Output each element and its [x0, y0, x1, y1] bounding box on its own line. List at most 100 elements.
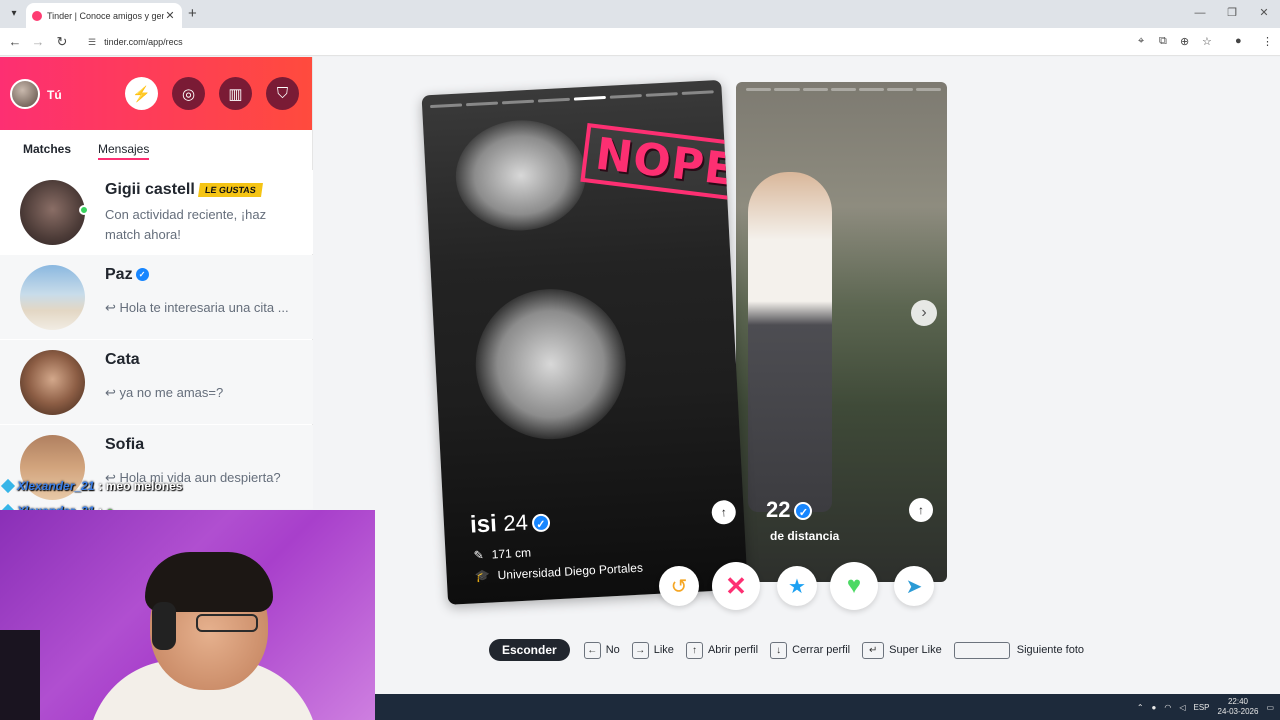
- message-item[interactable]: Gigii castell LE GUSTAS Con actividad rec…: [0, 170, 313, 254]
- profile-photo-face-top: [453, 117, 589, 234]
- verified-check-icon: ✓: [794, 502, 813, 521]
- keyboard-hints: Esconder ← No → Like ↑ Abrir perfil ↓ Cerrar…: [489, 639, 1096, 661]
- profile-distance: de distancia: [770, 529, 840, 543]
- avatar: [20, 265, 85, 330]
- chevron-up-icon[interactable]: ⌃: [1137, 703, 1144, 712]
- user-avatar[interactable]: [10, 79, 40, 109]
- profile-age: 22 ✓: [766, 497, 813, 523]
- window-controls: — ❐ ✕: [1184, 0, 1280, 28]
- super-like-star-button[interactable]: ★: [777, 566, 817, 606]
- boost-bolt-icon[interactable]: ⚡: [125, 77, 158, 110]
- close-window-icon[interactable]: ✕: [1248, 0, 1280, 28]
- open-profile-arrow-icon[interactable]: ↑: [711, 499, 737, 525]
- message-preview: ↩ ya no me amas=?: [105, 385, 224, 400]
- sidebar-tabs: Matches Mensajes: [0, 137, 313, 161]
- hide-hints-button[interactable]: Esconder: [489, 639, 570, 661]
- profile-card-current[interactable]: NOPE isi 24 ✓ ✎ 171 cm 🎓 Universidad Dieg…: [421, 79, 748, 605]
- url-text: tinder.com/app/recs: [104, 37, 183, 47]
- age-value: 24: [502, 509, 529, 536]
- bookmark-star-icon[interactable]: ☆: [1202, 35, 1212, 48]
- clock-date: 24-03-2026: [1217, 707, 1259, 716]
- graduation-cap-icon: 🎓: [474, 568, 491, 584]
- browser-tabbar: ▾ Tinder | Conoce amigos y gente ✕ + — ❐…: [0, 0, 1280, 28]
- tab-title: Tinder | Conoce amigos y gente: [47, 10, 164, 21]
- profile-icon[interactable]: ●: [1235, 35, 1242, 47]
- likes-you-badge: LE GUSTAS: [197, 182, 263, 197]
- forward-icon[interactable]: →: [30, 34, 46, 50]
- name-value: isi: [469, 510, 498, 539]
- enter-key-icon: ↵: [862, 641, 885, 659]
- profile-school: 🎓 Universidad Diego Portales: [474, 561, 643, 584]
- tab-close-icon[interactable]: ✕: [164, 9, 176, 22]
- nope-stamp: NOPE: [580, 123, 748, 202]
- next-photo-chevron-icon[interactable]: ›: [911, 300, 937, 326]
- message-item[interactable]: Sofia ↩ Hola mi vida aun despierta?: [0, 425, 313, 509]
- sidebar: Tú ⚡ ◎ ▥ ⛉ Matches Mensajes Gigii castel…: [0, 57, 313, 509]
- photo-progress-bars: [430, 90, 714, 109]
- space-key-icon: [953, 641, 1010, 659]
- profile-name: isi 24 ✓: [469, 507, 551, 539]
- language-indicator[interactable]: ESP: [1194, 703, 1210, 712]
- location-icon[interactable]: ⌖: [1138, 35, 1144, 48]
- clock[interactable]: 22:40 24-03-2026: [1218, 697, 1259, 717]
- message-item[interactable]: Cata ↩ ya no me amas=?: [0, 340, 313, 424]
- verified-check-icon: ✓: [135, 268, 149, 282]
- up-key-icon: ↑: [685, 641, 703, 659]
- ruler-icon: ✎: [473, 547, 485, 563]
- hint-like: Like: [653, 644, 674, 656]
- like-heart-button[interactable]: ♥: [830, 562, 878, 610]
- message-preview: Con actividad reciente, ¡haz match ahora…: [105, 207, 267, 242]
- age-value: 22: [766, 497, 791, 522]
- reload-icon[interactable]: ↻: [54, 34, 70, 50]
- height-value: 171 cm: [491, 545, 532, 562]
- wifi-icon[interactable]: ◠: [1164, 703, 1171, 712]
- microphone-icon[interactable]: ●: [1152, 703, 1157, 712]
- url-field[interactable]: ☰ tinder.com/app/recs: [82, 32, 1222, 52]
- down-key-icon: ↓: [770, 641, 788, 659]
- explore-compass-icon[interactable]: ◎: [172, 77, 205, 110]
- tab-mensajes[interactable]: Mensajes: [98, 142, 150, 160]
- avatar: [20, 350, 85, 415]
- rewind-button[interactable]: ↺: [659, 566, 699, 606]
- message-item[interactable]: Paz ✓ ↩ Hola te interesaria una cita ...: [0, 255, 313, 339]
- stream-chat-line: Xlexander_21 : meo melones: [0, 478, 182, 494]
- profile-photo-face-bottom: [471, 285, 630, 443]
- streamer-webcam: [0, 510, 375, 720]
- tab-search-icon[interactable]: ▾: [6, 6, 22, 22]
- browser-address-bar: ← → ↻ ☰ tinder.com/app/recs ⌖ ⧉ ⊕ ☆ ● ⋮: [0, 28, 1280, 56]
- briefcase-icon[interactable]: ▥: [219, 77, 252, 110]
- hint-super-like: Super Like: [889, 644, 942, 656]
- left-key-icon: ←: [583, 641, 601, 659]
- online-indicator: [79, 205, 89, 215]
- verified-check-icon: ✓: [531, 513, 551, 533]
- tab-matches[interactable]: Matches: [23, 142, 71, 156]
- site-info-icon[interactable]: ☰: [88, 37, 96, 48]
- nope-x-button[interactable]: ✕: [712, 562, 760, 610]
- glasses-icon: [196, 614, 258, 632]
- profile-card-next[interactable]: › 22 ✓ de distancia ↑: [736, 82, 947, 582]
- zoom-icon[interactable]: ⊕: [1180, 35, 1189, 48]
- maximize-icon[interactable]: ❐: [1216, 0, 1248, 28]
- menu-kebab-icon[interactable]: ⋮: [1262, 35, 1273, 48]
- webcam-background-shadow: [0, 630, 40, 720]
- install-app-icon[interactable]: ⧉: [1159, 35, 1167, 48]
- chat-badge-icon: [0, 478, 16, 494]
- hint-close-profile: Cerrar perfil: [792, 644, 851, 656]
- message-name: Sofia: [105, 436, 145, 453]
- notifications-icon[interactable]: ▭: [1266, 703, 1274, 712]
- speaker-icon[interactable]: ◁: [1179, 703, 1185, 712]
- boost-send-button[interactable]: ➤: [894, 566, 934, 606]
- right-key-icon: →: [631, 641, 649, 659]
- profile-photo: [748, 172, 832, 512]
- user-name[interactable]: Tú: [47, 88, 62, 102]
- minimize-icon[interactable]: —: [1184, 0, 1216, 28]
- message-preview: ↩ Hola te interesaria una cita ...: [105, 300, 289, 315]
- open-profile-arrow-icon[interactable]: ↑: [909, 498, 933, 522]
- safety-shield-icon[interactable]: ⛉: [266, 77, 299, 110]
- school-value: Universidad Diego Portales: [497, 560, 644, 583]
- match-name: Gigii castell: [105, 181, 195, 198]
- back-icon[interactable]: ←: [7, 34, 23, 50]
- new-tab-icon[interactable]: +: [188, 5, 197, 22]
- browser-tab-tinder[interactable]: Tinder | Conoce amigos y gente ✕: [26, 3, 182, 28]
- sidebar-header: Tú ⚡ ◎ ▥ ⛉: [0, 57, 312, 130]
